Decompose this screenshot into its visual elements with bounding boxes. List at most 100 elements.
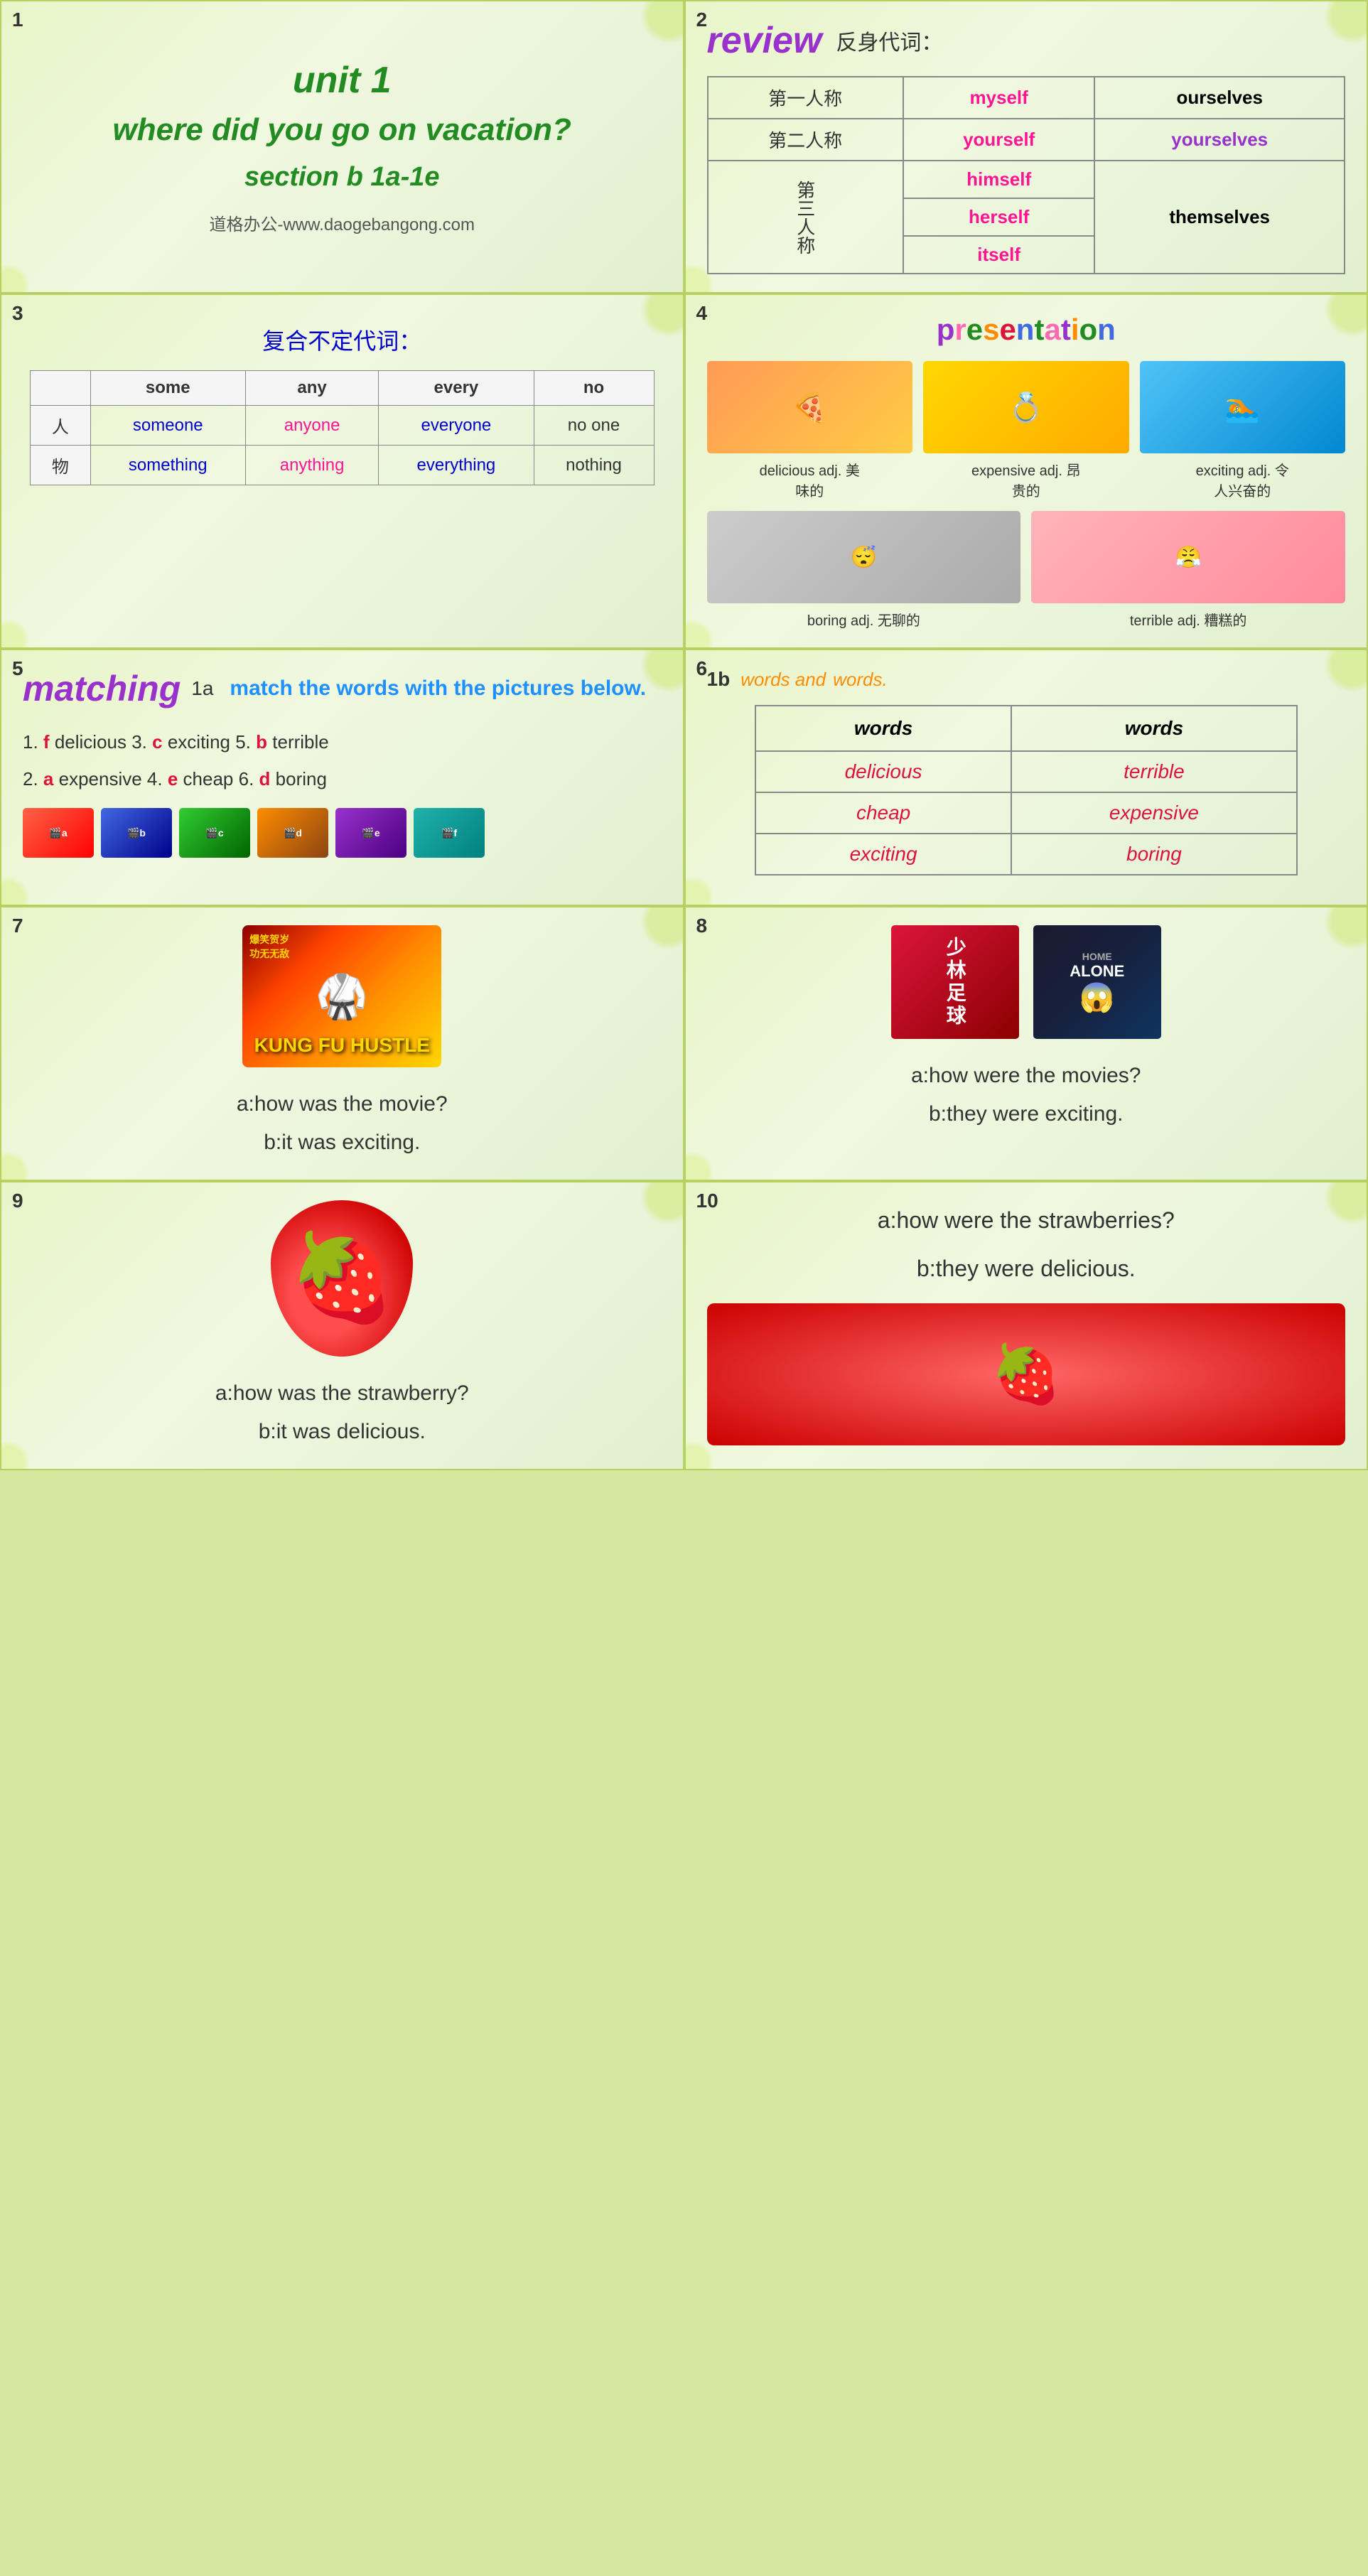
table-header: every: [379, 371, 534, 406]
poster-chinese-text: 少林足球: [941, 937, 969, 1028]
table-header: no: [534, 371, 654, 406]
item-num: 4.: [147, 768, 168, 789]
table-cell: exciting: [755, 834, 1011, 875]
table-cell: myself: [903, 77, 1095, 119]
table-cell: themselves: [1094, 161, 1345, 274]
dialog-a-7: a:how was the movie?: [237, 1085, 448, 1123]
table-row: 第一人称 myself ourselves: [708, 77, 1345, 119]
review-word: review: [707, 19, 822, 62]
dialog-a-9: a:how was the strawberry?: [215, 1374, 469, 1413]
item-word: exciting: [163, 731, 236, 753]
dialog-text-9: a:how was the strawberry? b:it was delic…: [215, 1374, 469, 1451]
pronoun-table: 第一人称 myself ourselves 第二人称 yourself your…: [707, 76, 1346, 274]
movie-img-f: 🎬f: [414, 808, 485, 858]
item-word: boring: [270, 768, 327, 789]
table-cell: cheap: [755, 792, 1011, 834]
matching-header: matching 1a match the words with the pic…: [23, 668, 662, 709]
table-cell: everything: [379, 446, 534, 485]
table-cell: 第三人称: [708, 161, 903, 274]
item-num: 1.: [23, 731, 43, 753]
table-row: delicious terrible: [755, 751, 1297, 792]
task-desc: match the words with the pictures below.: [230, 677, 646, 701]
boring-image: 😴: [707, 511, 1021, 603]
cell-number-10: 10: [696, 1190, 718, 1212]
img-caption-expensive: expensive adj. 昂贵的: [971, 459, 1080, 500]
kung-fu-poster: 爆笑贺岁 功无无敌 🥋 KUNG FU HUSTLE: [242, 925, 441, 1067]
cell-number-2: 2: [696, 9, 708, 31]
dialog-text-10: a:how were the strawberries? b:they were…: [707, 1200, 1346, 1289]
table-header: any: [245, 371, 378, 406]
cell-number-4: 4: [696, 302, 708, 325]
matching-items: 1. f delicious 3. c exciting 5. b terrib…: [23, 723, 662, 797]
table-cell: yourself: [903, 119, 1095, 161]
movie-images-row: 🎬a 🎬b 🎬c 🎬d 🎬e 🎬f: [23, 808, 662, 858]
img-item-terrible: 😤 terrible adj. 糟糕的: [1031, 511, 1345, 630]
cell-7: 7 爆笑贺岁 功无无敌 🥋 KUNG FU HUSTLE a:how was t…: [0, 906, 684, 1181]
table-cell: nothing: [534, 446, 654, 485]
header-text2: words.: [833, 669, 888, 691]
table-cell: itself: [903, 236, 1095, 274]
table-cell: 第一人称: [708, 77, 903, 119]
word-table: words words delicious terrible cheap exp…: [755, 705, 1298, 875]
dialog-b-8: b:they were exciting.: [911, 1095, 1141, 1133]
image-grid-bottom: 😴 boring adj. 无聊的 😤 terrible adj. 糟糕的: [707, 511, 1346, 630]
cell-10: 10 a:how were the strawberries? b:they w…: [684, 1181, 1368, 1470]
review-subtitle: 反身代词：: [836, 25, 942, 56]
img-caption-terrible: terrible adj. 糟糕的: [1130, 609, 1247, 630]
col-header-1: words: [755, 706, 1011, 751]
table-cell: terrible: [1011, 751, 1296, 792]
cell-number-3: 3: [12, 302, 23, 325]
website-label: 道格办公-www.daogebangong.com: [209, 210, 475, 235]
answer-d: d: [259, 768, 271, 789]
item-word: terrible: [267, 731, 329, 753]
presentation-title: presentation: [707, 313, 1346, 347]
dialog-b-7: b:it was exciting.: [237, 1123, 448, 1162]
answer-b: b: [256, 731, 267, 753]
main-grid: 1 unit 1 where did you go on vacation? s…: [0, 0, 1368, 1470]
table-row: some any every no: [31, 371, 655, 406]
poster-line2: 功无无敌: [249, 947, 289, 961]
strawberry-image-10: 🍓: [707, 1303, 1346, 1445]
answer-f: f: [43, 731, 50, 753]
terrible-image: 😤: [1031, 511, 1345, 603]
cell-2: 2 review 反身代词： 第一人称 myself ourselves 第二人…: [684, 0, 1368, 293]
cell-5: 5 matching 1a match the words with the p…: [0, 649, 684, 906]
matching-word: matching: [23, 668, 181, 709]
jewelry-image: 💍: [923, 361, 1129, 453]
table-row: cheap expensive: [755, 792, 1297, 834]
table-cell: anything: [245, 446, 378, 485]
table-cell: himself: [903, 161, 1095, 198]
cell-9: 9 a:how was the strawberry? b:it was del…: [0, 1181, 684, 1470]
table-cell: yourselves: [1094, 119, 1345, 161]
img-caption-delicious: delicious adj. 美味的: [760, 459, 860, 500]
poster-line1: 爆笑贺岁: [249, 932, 289, 947]
dialog-a-10: a:how were the strawberries?: [707, 1200, 1346, 1241]
movie-img-e: 🎬e: [335, 808, 406, 858]
item-num: 2.: [23, 768, 43, 789]
task-num: 1b: [707, 668, 731, 691]
cell-number-5: 5: [12, 657, 23, 680]
table-cell: 人: [31, 406, 91, 446]
home-icon: 😱: [1070, 981, 1124, 1014]
task-label: 1a: [191, 677, 213, 700]
section-title: section b 1a-1e: [244, 162, 440, 193]
item-num: 6.: [239, 768, 259, 789]
table-cell: boring: [1011, 834, 1296, 875]
table-row: words words: [755, 706, 1297, 751]
item-num: 5.: [235, 731, 256, 753]
review-header: review 反身代词：: [707, 19, 1346, 62]
cell-8: 8 少林足球 HOME ALONE 😱 a:how were the movie…: [684, 906, 1368, 1181]
poster-chinese: 少林足球: [891, 925, 1019, 1039]
img-item-exciting: 🏊 exciting adj. 令人兴奋的: [1140, 361, 1346, 500]
table-cell: someone: [90, 406, 245, 446]
table-cell: anyone: [245, 406, 378, 446]
cell-number-9: 9: [12, 1190, 23, 1212]
dialog-b-9: b:it was delicious.: [215, 1413, 469, 1451]
dialog-text-7: a:how was the movie? b:it was exciting.: [237, 1085, 448, 1162]
dialog-a-8: a:how were the movies?: [911, 1057, 1141, 1095]
table-row: 第二人称 yourself yourselves: [708, 119, 1345, 161]
item-word: delicious: [50, 731, 132, 753]
compound-table: some any every no 人 someone anyone every…: [30, 370, 655, 485]
movie-img-b: 🎬b: [101, 808, 172, 858]
main-title: where did you go on vacation?: [113, 112, 571, 148]
